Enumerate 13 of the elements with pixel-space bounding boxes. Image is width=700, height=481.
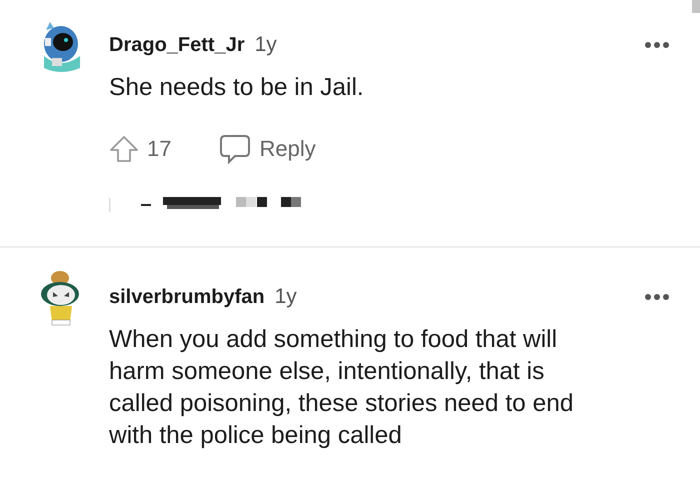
username[interactable]: silverbrumbyfan <box>109 286 265 308</box>
upvote-button[interactable]: 17 <box>109 135 172 163</box>
scrollbar[interactable] <box>692 0 700 13</box>
comment-text: She needs to be in Jail. <box>109 73 365 103</box>
more-options-button[interactable] <box>644 293 670 301</box>
username[interactable]: Drago_Fett_Jr <box>109 34 245 56</box>
reply-button[interactable]: Reply <box>219 134 316 164</box>
speech-bubble-icon <box>219 134 252 164</box>
comment-age: 1y <box>254 33 277 57</box>
up-arrow-icon <box>109 135 139 163</box>
comment-text: When you add something to food that will harm someone else, intentionally, that is called poisoning, these stories need to end with the police being called <box>109 325 574 451</box>
comment-age: 1y <box>274 285 297 309</box>
more-options-button[interactable] <box>644 41 670 49</box>
